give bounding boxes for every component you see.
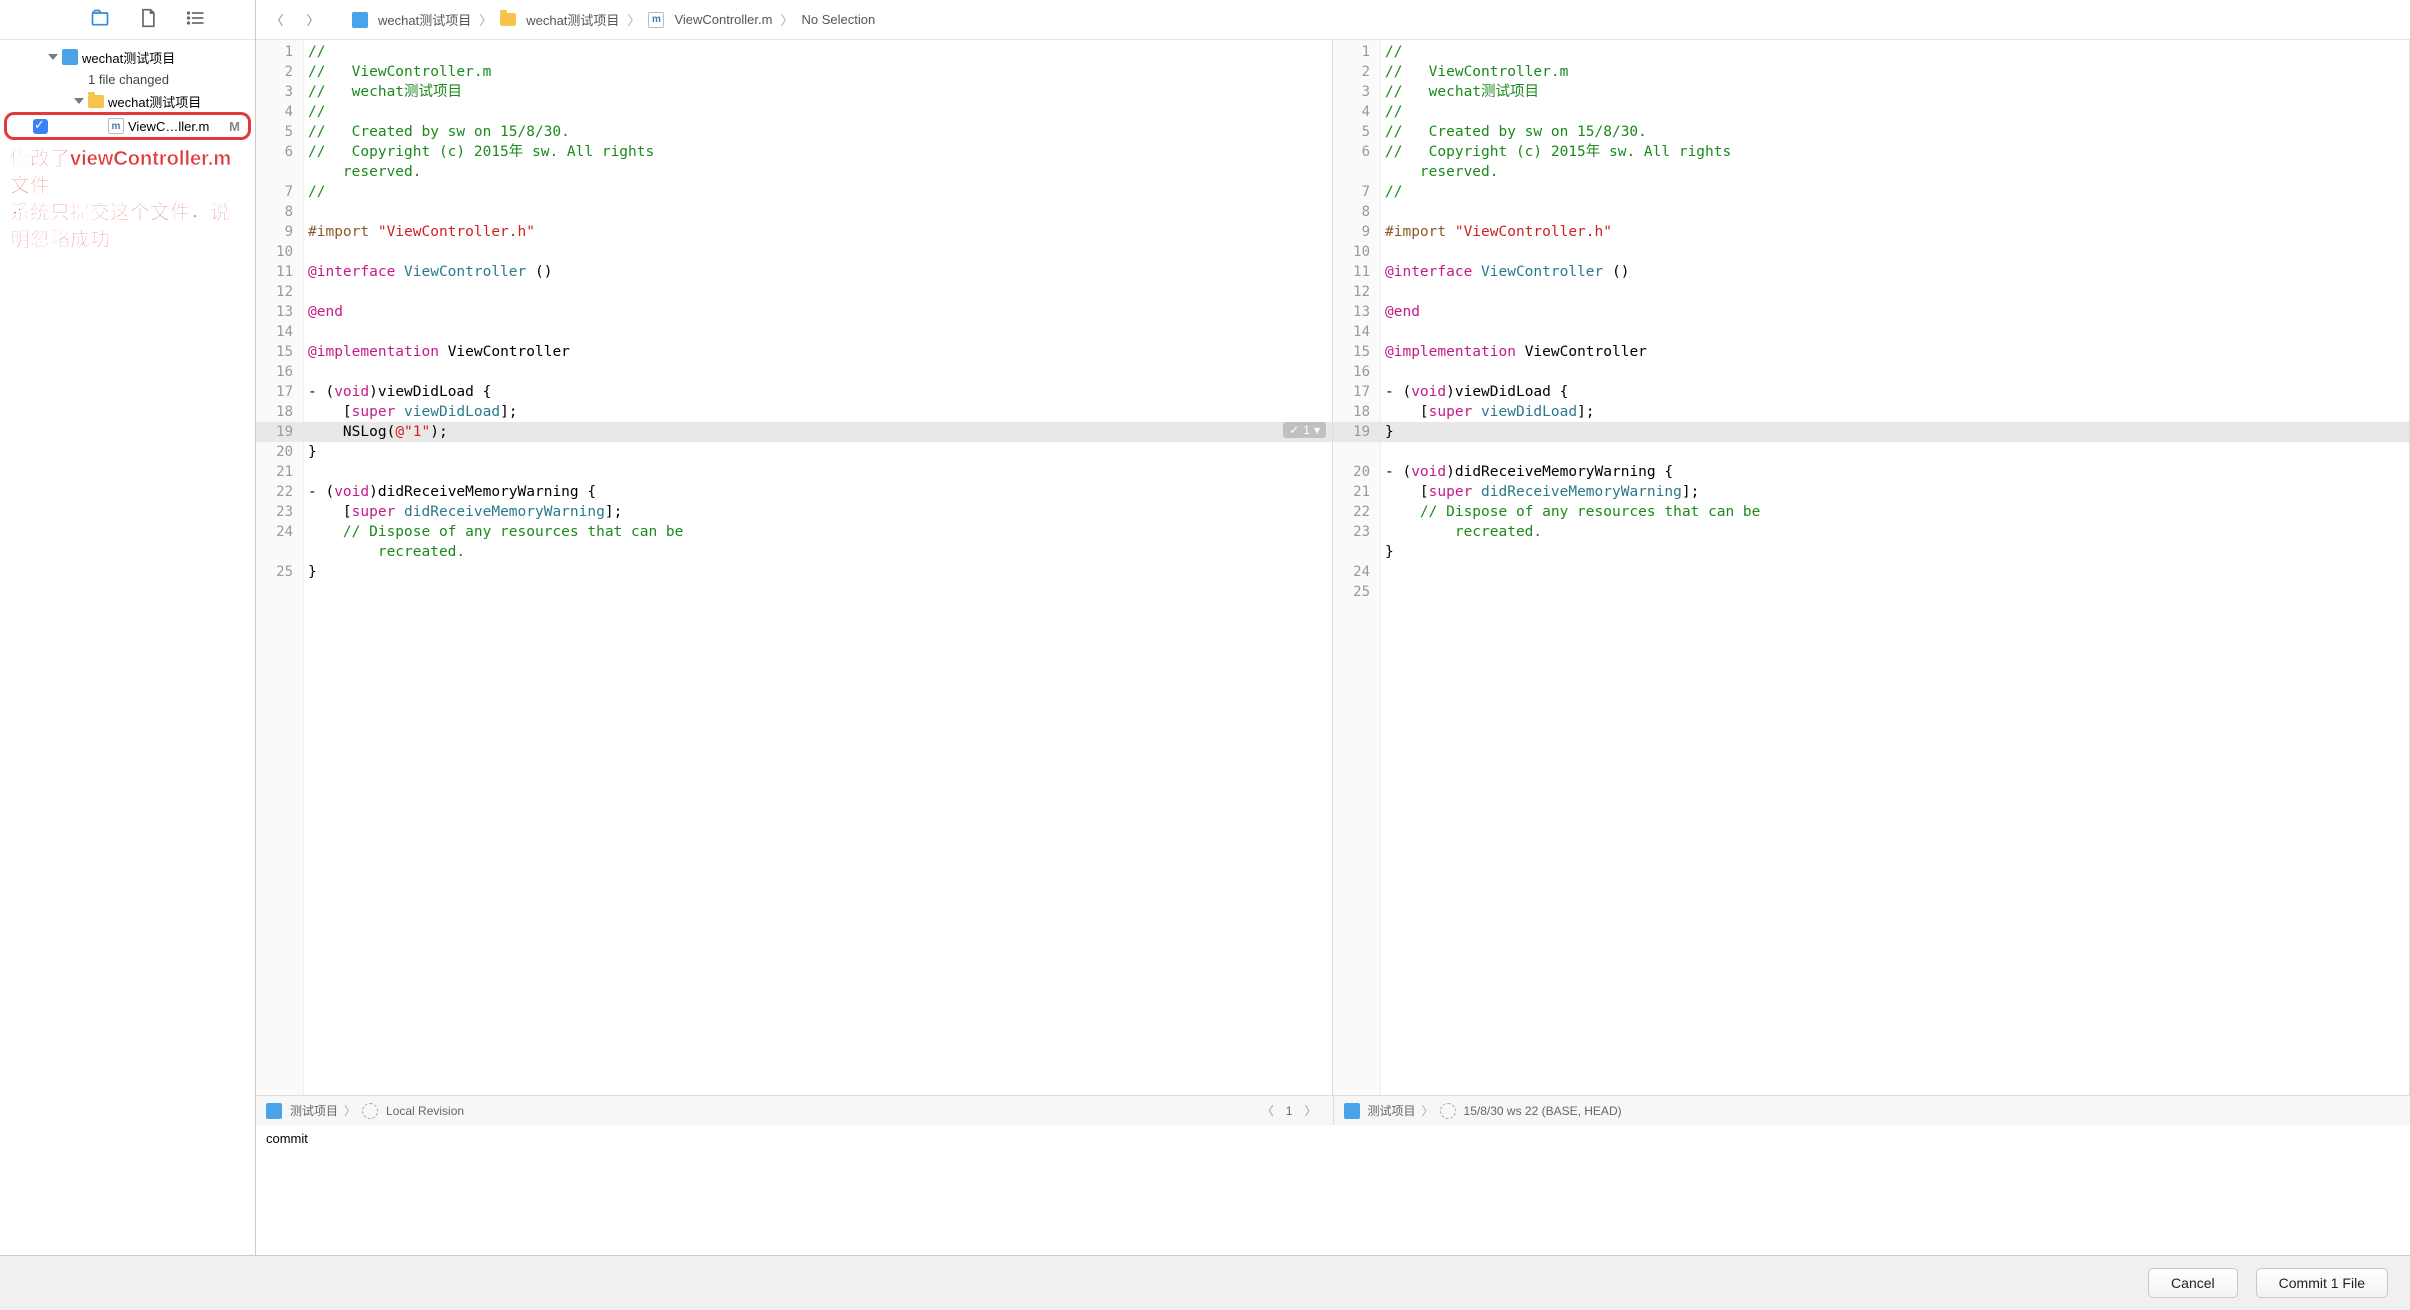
annotation-line1: 修改了viewController.m文件 xyxy=(10,146,245,200)
btm-left-rev[interactable]: Local Revision xyxy=(386,1104,464,1118)
chevron-right-icon: 〉 xyxy=(627,10,640,29)
sidebar: wechat测试项目 1 file changed wechat测试项目 m V… xyxy=(0,0,256,1255)
project-icon xyxy=(1344,1103,1360,1119)
diff-change-badge[interactable]: ✓ 1 ▾ xyxy=(1283,422,1326,438)
commit-button[interactable]: Commit 1 File xyxy=(2256,1268,2388,1298)
pager-page: 1 xyxy=(1286,1104,1293,1118)
left-code[interactable]: //// ViewController.m// wechat测试项目//// C… xyxy=(304,40,1332,1095)
commit-message-input[interactable]: commit xyxy=(256,1125,2410,1255)
project-name: wechat测试项目 xyxy=(82,48,175,67)
chevron-down-icon: ▾ xyxy=(1314,423,1320,437)
file-checkbox[interactable] xyxy=(33,119,48,134)
folder-icon xyxy=(500,13,516,26)
btm-right-proj[interactable]: 测试项目 xyxy=(1368,1102,1416,1119)
folder-name: wechat测试项目 xyxy=(108,92,201,111)
bottom-right: 测试项目 〉 15/8/30 ws 22 (BASE, HEAD) xyxy=(1334,1102,2410,1119)
clock-icon xyxy=(1440,1103,1456,1119)
breadcrumb-bar: 〈 〉 wechat测试项目 〉 wechat测试项目 〉 m ViewCont… xyxy=(256,0,2410,40)
cancel-button[interactable]: Cancel xyxy=(2148,1268,2238,1298)
crumb-file[interactable]: ViewController.m xyxy=(674,12,772,27)
file-tree: wechat测试项目 1 file changed wechat测试项目 m V… xyxy=(0,40,255,1255)
pager-next[interactable]: 〉 xyxy=(1304,1102,1316,1119)
m-file-icon: m xyxy=(108,118,124,134)
chevron-down-icon[interactable] xyxy=(48,54,58,60)
right-code[interactable]: //// ViewController.m// wechat测试项目//// C… xyxy=(1381,40,2409,1095)
annotation-overlay: 修改了viewController.m文件 系统只提交这个文件，说明忽略成功 xyxy=(0,140,255,260)
nav-forward-button[interactable]: 〉 xyxy=(300,7,326,33)
clock-icon xyxy=(362,1103,378,1119)
tree-folder-row[interactable]: wechat测试项目 xyxy=(0,90,255,112)
chevron-right-icon: 〉 xyxy=(479,10,492,29)
file-status: M xyxy=(229,119,240,134)
sidebar-toolbar xyxy=(0,0,255,40)
footer: Cancel Commit 1 File xyxy=(0,1256,2410,1310)
annotation-line2: 系统只提交这个文件，说明忽略成功 xyxy=(10,200,245,254)
folder-view-icon[interactable] xyxy=(90,8,110,31)
crumb-selection[interactable]: No Selection xyxy=(801,12,875,27)
right-gutter: 1234567891011121314151617181920212223242… xyxy=(1333,40,1381,1095)
nav-back-button[interactable]: 〈 xyxy=(264,7,290,33)
commit-text: commit xyxy=(266,1131,308,1146)
project-icon xyxy=(352,12,368,28)
tree-project-row[interactable]: wechat测试项目 xyxy=(0,46,255,68)
crumb-folder[interactable]: wechat测试项目 xyxy=(526,10,619,29)
crumb-project[interactable]: wechat测试项目 xyxy=(378,10,471,29)
check-icon: ✓ xyxy=(1289,423,1299,437)
bottom-bar: 测试项目 〉 Local Revision 〈 1 〉 测试项目 〉 xyxy=(256,1095,2410,1125)
project-icon xyxy=(266,1103,282,1119)
chevron-right-icon: 〉 xyxy=(344,1102,356,1119)
bottom-left: 测试项目 〉 Local Revision 〈 1 〉 xyxy=(256,1102,1333,1119)
m-file-icon: m xyxy=(648,12,664,28)
diff-left-pane[interactable]: 1234567891011121314151617181920212223242… xyxy=(256,40,1333,1095)
chevron-right-icon: 〉 xyxy=(780,10,793,29)
btm-left-proj[interactable]: 测试项目 xyxy=(290,1102,338,1119)
pager-prev[interactable]: 〈 xyxy=(1262,1102,1274,1119)
left-gutter: 1234567891011121314151617181920212223242… xyxy=(256,40,304,1095)
editor-area: 〈 〉 wechat测试项目 〉 wechat测试项目 〉 m ViewCont… xyxy=(256,0,2410,1255)
chevron-down-icon[interactable] xyxy=(74,98,84,104)
file-name: ViewC…ller.m xyxy=(128,119,209,134)
tree-changed-text: 1 file changed xyxy=(0,68,255,90)
diff-view: 1234567891011121314151617181920212223242… xyxy=(256,40,2410,1095)
pager: 〈 1 〉 xyxy=(1262,1102,1317,1119)
chevron-right-icon: 〉 xyxy=(1422,1102,1434,1119)
diff-count: 1 xyxy=(1303,423,1310,437)
btm-right-rev[interactable]: 15/8/30 ws 22 (BASE, HEAD) xyxy=(1464,1104,1622,1118)
folder-icon xyxy=(88,95,104,108)
project-icon xyxy=(62,49,78,65)
list-view-icon[interactable] xyxy=(186,8,206,31)
diff-right-pane[interactable]: 1234567891011121314151617181920212223242… xyxy=(1333,40,2410,1095)
file-view-icon[interactable] xyxy=(138,8,158,31)
tree-file-row[interactable]: m ViewC…ller.m M xyxy=(4,112,251,140)
